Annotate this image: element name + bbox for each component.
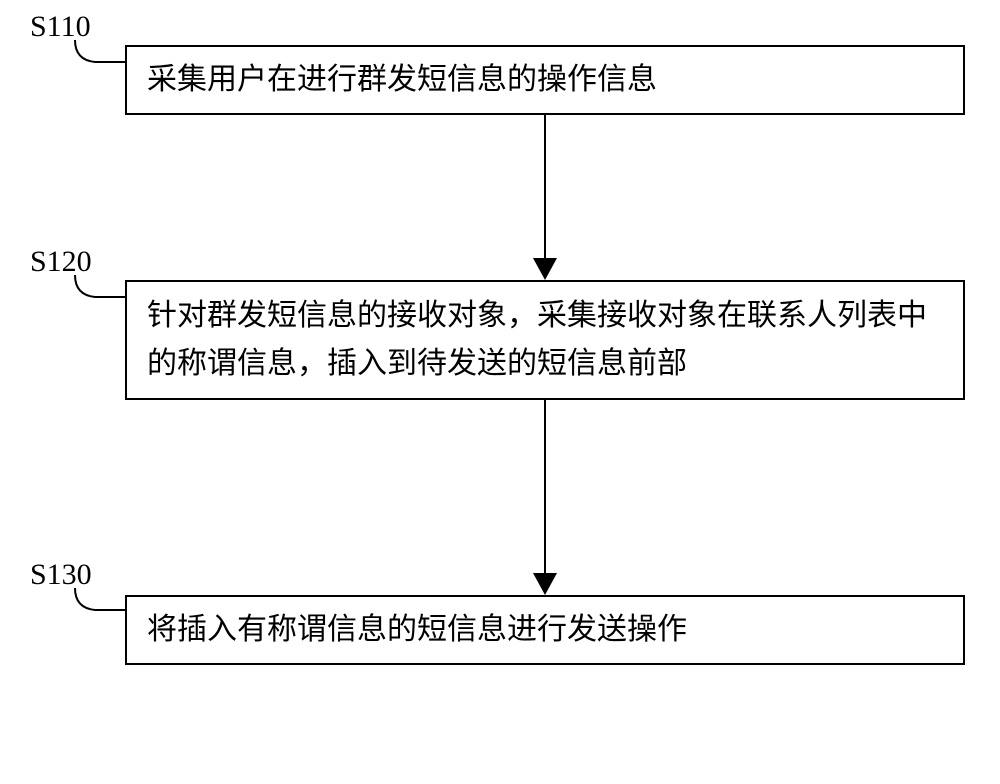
flow-box-s130: 将插入有称谓信息的短信息进行发送操作 <box>125 595 965 665</box>
flow-box-s120: 针对群发短信息的接收对象，采集接收对象在联系人列表中的称谓信息，插入到待发送的短… <box>125 280 965 400</box>
step-label-s130: S130 <box>30 558 92 592</box>
flow-box-text-s120: 针对群发短信息的接收对象，采集接收对象在联系人列表中的称谓信息，插入到待发送的短… <box>147 292 943 388</box>
step-label-s110: S110 <box>30 10 91 44</box>
flow-box-text-s110: 采集用户在进行群发短信息的操作信息 <box>147 56 657 104</box>
arrow-line-2 <box>544 400 546 575</box>
arrow-line-1 <box>544 115 546 260</box>
arrow-head-2 <box>533 573 557 595</box>
flow-box-text-s130: 将插入有称谓信息的短信息进行发送操作 <box>147 606 687 654</box>
flow-box-s110: 采集用户在进行群发短信息的操作信息 <box>125 45 965 115</box>
arrow-head-1 <box>533 258 557 280</box>
step-label-s120: S120 <box>30 245 92 279</box>
flowchart-container: S110 采集用户在进行群发短信息的操作信息 S120 针对群发短信息的接收对象… <box>0 10 1000 784</box>
